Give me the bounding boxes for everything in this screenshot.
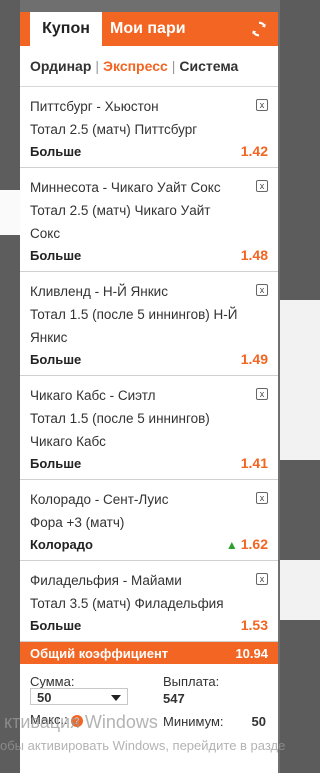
total-odds-bar: Общий коэффициент 10.94 <box>20 642 278 664</box>
remove-bet-icon[interactable]: x <box>256 99 268 111</box>
bet-pick: Больше <box>30 455 82 471</box>
total-odds-label: Общий коэффициент <box>30 645 169 661</box>
min-stake-label: Минимум: <box>163 714 224 729</box>
bet-market: Тотал 2.5 (матч) Чикаго Уайт Сокс <box>30 203 211 241</box>
bet-odd-wrap: 1.42 <box>241 143 268 159</box>
background-gap <box>0 190 20 235</box>
refresh-icon[interactable] <box>250 20 268 38</box>
bet-event: Миннесота - Чикаго Уайт Сокс <box>30 180 221 195</box>
bet-odd: 1.42 <box>240 143 268 159</box>
bet-list: Питтсбург - Хьюстон Тотал 2.5 (матч) Питт… <box>20 87 278 642</box>
bet-item: Филадельфия - Майами Тотал 3.5 (матч) Фил… <box>20 561 278 642</box>
mode-separator: | <box>171 58 176 74</box>
bet-pick-row: Колорадо ▲ 1.62 <box>30 536 268 552</box>
bet-item: Чикаго Кабс - Сиэтл Тотал 1.5 (после 5 ин… <box>20 376 278 480</box>
bet-slip-panel: Купон Мои пари Ординар | Экспресс | Система … <box>20 12 278 773</box>
bet-item: Миннесота - Чикаго Уайт Сокс Тотал 2.5 (м… <box>20 168 278 272</box>
remove-bet-icon[interactable]: x <box>256 180 268 192</box>
bet-pick: Больше <box>30 617 82 633</box>
arrow-up-icon: ▲ <box>225 538 238 552</box>
background-band <box>280 300 320 460</box>
bet-pick-row: Больше 1.53 <box>30 617 268 633</box>
mode-single[interactable]: Ординар <box>30 58 91 74</box>
bet-odd-wrap: 1.41 <box>241 455 268 471</box>
payout-label: Выплата: <box>163 674 220 689</box>
tab-coupon[interactable]: Купон <box>30 12 102 46</box>
bet-pick-row: Больше 1.48 <box>30 247 268 263</box>
bet-event: Кливленд - Н-Й Янкис <box>30 284 168 299</box>
bet-pick-row: Больше 1.42 <box>30 143 268 159</box>
bet-market: Фора +3 (матч) <box>30 515 125 530</box>
bet-pick: Больше <box>30 351 82 367</box>
max-stake-label: Макс.:? <box>30 712 83 727</box>
bet-market: Тотал 1.5 (после 5 иннингов) Чикаго Кабс <box>30 411 210 449</box>
max-stake-text: Макс.: <box>30 712 68 727</box>
bet-odd: 1.48 <box>240 247 268 263</box>
bet-odd-wrap: 1.48 <box>241 247 268 263</box>
bet-odd-wrap: ▲ 1.62 <box>226 536 268 552</box>
mode-express[interactable]: Экспресс <box>103 58 168 74</box>
bet-pick: Колорадо <box>30 536 93 552</box>
stake-select[interactable]: 50 <box>30 688 128 705</box>
bet-pick-row: Больше 1.49 <box>30 351 268 367</box>
tab-my-bets[interactable]: Мои пари <box>110 12 186 46</box>
mode-system[interactable]: Система <box>179 58 238 74</box>
help-icon[interactable]: ? <box>70 715 83 727</box>
payout-value: 547 <box>163 691 185 706</box>
remove-bet-icon[interactable]: x <box>256 573 268 585</box>
bet-item: Колорадо - Сент-Луис Фора +3 (матч) Колора… <box>20 480 278 561</box>
background-left <box>0 0 20 773</box>
bet-odd: 1.49 <box>240 351 268 367</box>
bet-odd-wrap: 1.49 <box>241 351 268 367</box>
stake-value: 50 <box>37 690 52 705</box>
bet-pick: Больше <box>30 143 82 159</box>
bet-odd: 1.62 <box>240 536 268 552</box>
bet-event: Колорадо - Сент-Луис <box>30 492 169 507</box>
bet-market: Тотал 3.5 (матч) Филадельфия <box>30 596 224 611</box>
stake-area: Сумма: 50 Выплата: 547 Макс.:? Минимум: … <box>20 664 278 744</box>
bet-pick-row: Больше 1.41 <box>30 455 268 471</box>
bet-type-switcher: Ординар | Экспресс | Система <box>20 46 278 87</box>
caret-down-icon <box>111 695 121 701</box>
mode-separator: | <box>95 58 100 74</box>
bet-slip-tabs: Купон Мои пари <box>20 12 278 46</box>
bet-pick: Больше <box>30 247 82 263</box>
stake-label: Сумма: <box>30 674 75 689</box>
min-stake-value: 50 <box>251 714 266 729</box>
bet-event: Филадельфия - Майами <box>30 573 182 588</box>
bet-odd: 1.41 <box>240 455 268 471</box>
remove-bet-icon[interactable]: x <box>256 388 268 400</box>
bet-market: Тотал 1.5 (после 5 иннингов) Н-Й Янкис <box>30 307 238 345</box>
total-odds-value: 10.94 <box>235 645 268 661</box>
bet-market: Тотал 2.5 (матч) Питтсбург <box>30 122 198 137</box>
background-right <box>280 0 320 773</box>
remove-bet-icon[interactable]: x <box>256 284 268 296</box>
bet-item: Кливленд - Н-Й Янкис Тотал 1.5 (после 5 и… <box>20 272 278 376</box>
bet-odd: 1.53 <box>240 617 268 633</box>
bet-event: Питтсбург - Хьюстон <box>30 99 159 114</box>
remove-bet-icon[interactable]: x <box>256 492 268 504</box>
bet-item: Питтсбург - Хьюстон Тотал 2.5 (матч) Питт… <box>20 87 278 168</box>
background-band <box>280 560 320 620</box>
bet-event: Чикаго Кабс - Сиэтл <box>30 388 156 403</box>
bet-odd-wrap: 1.53 <box>241 617 268 633</box>
